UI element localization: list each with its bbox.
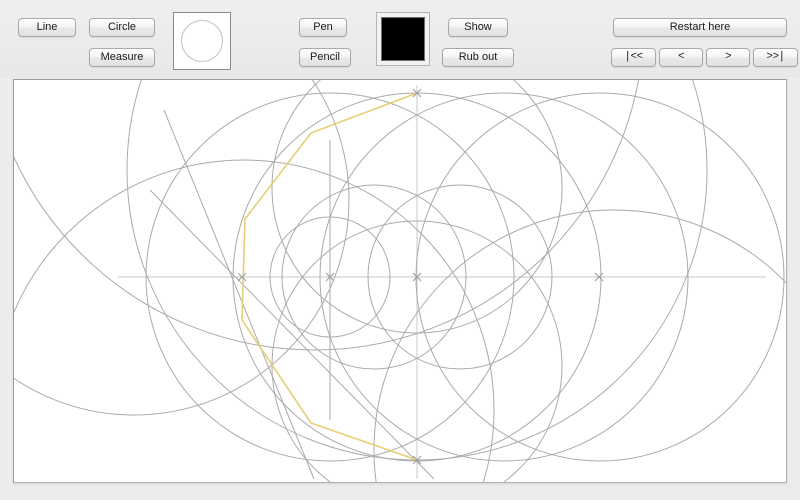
- toolbar: Line Circle Measure Pen Pencil Show Rub …: [0, 0, 800, 78]
- tilted-right-arc: [373, 209, 786, 482]
- pen-button[interactable]: Pen: [299, 18, 347, 37]
- diagonal-upper-left: [163, 109, 315, 480]
- pen-preview-swatch[interactable]: [173, 12, 231, 70]
- show-button[interactable]: Show: [448, 18, 508, 37]
- previous-step-button[interactable]: <: [659, 48, 703, 67]
- last-step-button[interactable]: >>|: [753, 48, 798, 67]
- diagonal-lower-left: [149, 189, 435, 480]
- wide-bottom-arc: [14, 80, 639, 351]
- pencil-button[interactable]: Pencil: [299, 48, 351, 67]
- line-tool-button[interactable]: Line: [18, 18, 76, 37]
- measure-tool-button[interactable]: Measure: [89, 48, 155, 67]
- rub-out-button[interactable]: Rub out: [442, 48, 514, 67]
- first-step-button[interactable]: |<<: [611, 48, 656, 67]
- circle-layer: [14, 80, 786, 482]
- color-swatch-icon: [381, 17, 425, 61]
- color-swatch-button[interactable]: [376, 12, 430, 66]
- circle-outline-icon: [181, 20, 223, 62]
- next-step-button[interactable]: >: [706, 48, 750, 67]
- circle-tool-button[interactable]: Circle: [89, 18, 155, 37]
- restart-here-button[interactable]: Restart here: [613, 18, 787, 37]
- drawing-canvas[interactable]: [13, 79, 787, 483]
- application-window: Line Circle Measure Pen Pencil Show Rub …: [0, 0, 800, 500]
- tilted-left-arc: [14, 80, 350, 416]
- construction-figure[interactable]: [14, 80, 787, 483]
